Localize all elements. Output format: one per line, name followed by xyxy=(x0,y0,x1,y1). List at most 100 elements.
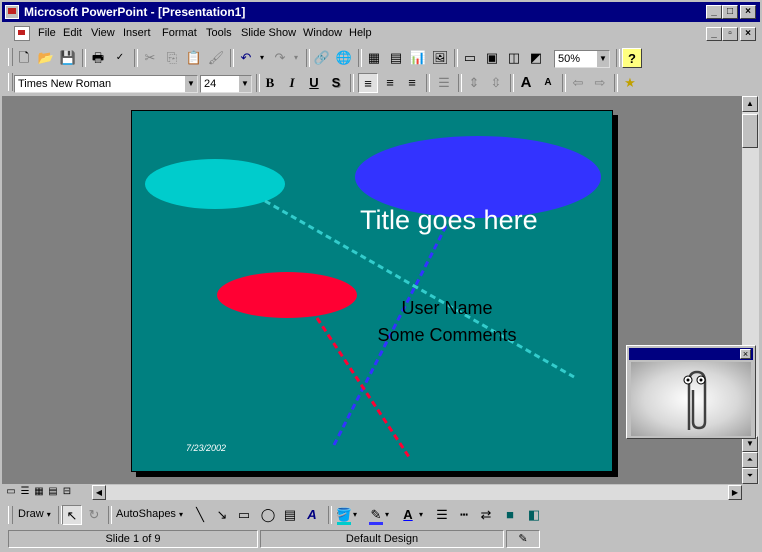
3d-icon[interactable]: ◧ xyxy=(524,505,544,525)
font-color-icon[interactable]: A xyxy=(398,505,418,525)
menu-help[interactable]: Help xyxy=(349,27,372,39)
shadow-icon[interactable]: ■ xyxy=(500,505,520,525)
document-icon[interactable] xyxy=(14,26,30,41)
hyperlink-icon[interactable]: 🔗 xyxy=(312,48,332,68)
format-painter-icon[interactable]: 🖌 xyxy=(206,48,226,68)
zoom-dropdown-icon[interactable]: ▼ xyxy=(596,51,609,67)
menu-insert[interactable]: Insert xyxy=(123,27,151,39)
line-icon[interactable]: ╲ xyxy=(190,505,210,525)
undo-dropdown-icon[interactable]: ▾ xyxy=(252,48,272,68)
minimize-button[interactable]: _ xyxy=(706,5,722,19)
draw-menu[interactable]: Draw ▾ xyxy=(18,508,51,520)
print-icon[interactable]: 🖶 xyxy=(88,48,108,68)
toolbar-grip[interactable] xyxy=(8,73,13,91)
font-dropdown-icon[interactable]: ▼ xyxy=(184,76,197,92)
help-icon[interactable]: ? xyxy=(622,48,642,68)
arrow-style-icon[interactable]: ⇄ xyxy=(476,505,496,525)
align-center-icon[interactable]: ≡ xyxy=(380,73,400,93)
grayscale-icon[interactable]: ◩ xyxy=(526,48,546,68)
autoshapes-menu[interactable]: AutoShapes ▾ xyxy=(116,508,183,520)
outline-view-icon[interactable]: ☰ xyxy=(18,484,32,500)
free-rotate-icon[interactable]: ↻ xyxy=(84,505,104,525)
next-slide-icon[interactable]: ⏷ xyxy=(742,468,758,484)
web-toolbar-icon[interactable]: 🌐 xyxy=(334,48,354,68)
menu-format[interactable]: Format xyxy=(162,27,197,39)
menu-window[interactable]: Window xyxy=(303,27,342,39)
menu-file[interactable]: File xyxy=(38,27,56,39)
zoom-select[interactable]: 50% ▼ xyxy=(554,50,610,68)
shadow-button[interactable]: S xyxy=(326,73,346,93)
slide[interactable]: Title goes here User Name Some Comments … xyxy=(131,110,613,472)
scroll-thumb[interactable] xyxy=(742,114,758,148)
spelling-status-icon[interactable]: ✎ xyxy=(506,530,540,548)
scroll-right-icon[interactable]: ▶ xyxy=(728,485,742,500)
dash-style-icon[interactable]: ┅ xyxy=(454,505,474,525)
normal-view-icon[interactable]: ▭ xyxy=(4,484,18,500)
previous-slide-icon[interactable]: ⏶ xyxy=(742,452,758,468)
italic-button[interactable]: I xyxy=(282,73,302,93)
slide-view-icon[interactable]: ▦ xyxy=(32,484,46,500)
toolbar-grip[interactable] xyxy=(8,48,13,66)
apply-design-icon[interactable]: ◫ xyxy=(504,48,524,68)
insert-clipart-icon[interactable]: 🖼 xyxy=(430,48,450,68)
decrease-spacing-icon[interactable]: ⇳ xyxy=(486,73,506,93)
assistant-close-icon[interactable]: × xyxy=(740,349,751,359)
decrease-font-icon[interactable]: A xyxy=(538,73,558,93)
animation-effects-icon[interactable]: ★ xyxy=(620,73,640,93)
rectangle-icon[interactable]: ▭ xyxy=(234,505,254,525)
increase-font-icon[interactable]: A xyxy=(516,73,536,93)
increase-spacing-icon[interactable]: ⇕ xyxy=(464,73,484,93)
slide-layout-icon[interactable]: ▣ xyxy=(482,48,502,68)
font-size-dropdown-icon[interactable]: ▼ xyxy=(238,76,251,92)
promote-icon[interactable]: ⇦ xyxy=(568,73,588,93)
align-right-icon[interactable]: ≡ xyxy=(402,73,422,93)
insert-excel-icon[interactable]: ▤ xyxy=(386,48,406,68)
slide-title[interactable]: Title goes here xyxy=(360,205,600,236)
arrow-icon[interactable]: ↘ xyxy=(212,505,232,525)
line-color-dropdown-icon[interactable]: ▾ xyxy=(382,505,392,525)
insert-chart-icon[interactable]: 📊 xyxy=(408,48,428,68)
insert-table-icon[interactable]: ▦ xyxy=(364,48,384,68)
font-size-select[interactable]: 24 ▼ xyxy=(200,75,252,93)
bold-button[interactable]: B xyxy=(260,73,280,93)
demote-icon[interactable]: ⇨ xyxy=(590,73,610,93)
cut-icon[interactable]: ✂ xyxy=(140,48,160,68)
powerpoint-app-icon[interactable] xyxy=(5,5,19,19)
oval-icon[interactable]: ◯ xyxy=(258,505,278,525)
redo-dropdown-icon[interactable]: ▾ xyxy=(286,48,306,68)
menu-slide-show[interactable]: Slide Show xyxy=(241,27,296,39)
slide-sorter-icon[interactable]: ▤ xyxy=(46,484,60,500)
cyan-ellipse[interactable] xyxy=(145,159,285,209)
new-icon[interactable]: 🗋 xyxy=(14,48,34,68)
slide-show-view-icon[interactable]: ⊟ xyxy=(60,484,74,500)
paste-icon[interactable]: 📋 xyxy=(184,48,204,68)
slide-date[interactable]: 7/23/2002 xyxy=(186,443,226,453)
doc-restore-button[interactable]: ▫ xyxy=(722,27,738,41)
doc-minimize-button[interactable]: _ xyxy=(706,27,722,41)
font-color-dropdown-icon[interactable]: ▾ xyxy=(416,505,426,525)
underline-button[interactable]: U xyxy=(304,73,324,93)
menu-tools[interactable]: Tools xyxy=(206,27,232,39)
doc-close-button[interactable]: × xyxy=(740,27,756,41)
slide-comments[interactable]: Some Comments xyxy=(332,325,562,346)
toolbar-grip[interactable] xyxy=(8,506,13,524)
fill-color-dropdown-icon[interactable]: ▾ xyxy=(350,505,360,525)
new-slide-icon[interactable]: ▭ xyxy=(460,48,480,68)
menu-view[interactable]: View xyxy=(91,27,115,39)
close-button[interactable]: × xyxy=(740,5,756,19)
menu-edit[interactable]: Edit xyxy=(63,27,82,39)
scroll-left-icon[interactable]: ◀ xyxy=(92,485,106,500)
maximize-button[interactable]: □ xyxy=(722,5,738,19)
select-objects-icon[interactable]: ↖ xyxy=(62,505,82,525)
line-style-icon[interactable]: ☰ xyxy=(432,505,452,525)
copy-icon[interactable]: ⎘ xyxy=(162,48,182,68)
scroll-up-icon[interactable]: ▲ xyxy=(742,96,758,112)
save-icon[interactable]: 💾 xyxy=(58,48,78,68)
office-assistant[interactable]: × xyxy=(626,345,756,439)
font-select[interactable]: Times New Roman ▼ xyxy=(14,75,198,93)
slide-user-name[interactable]: User Name xyxy=(332,298,562,319)
spelling-icon[interactable]: ✓ xyxy=(110,48,130,68)
wordart-icon[interactable]: A xyxy=(302,505,322,525)
open-icon[interactable]: 📂 xyxy=(36,48,56,68)
horizontal-scrollbar[interactable]: ◀ ▶ xyxy=(92,485,742,500)
